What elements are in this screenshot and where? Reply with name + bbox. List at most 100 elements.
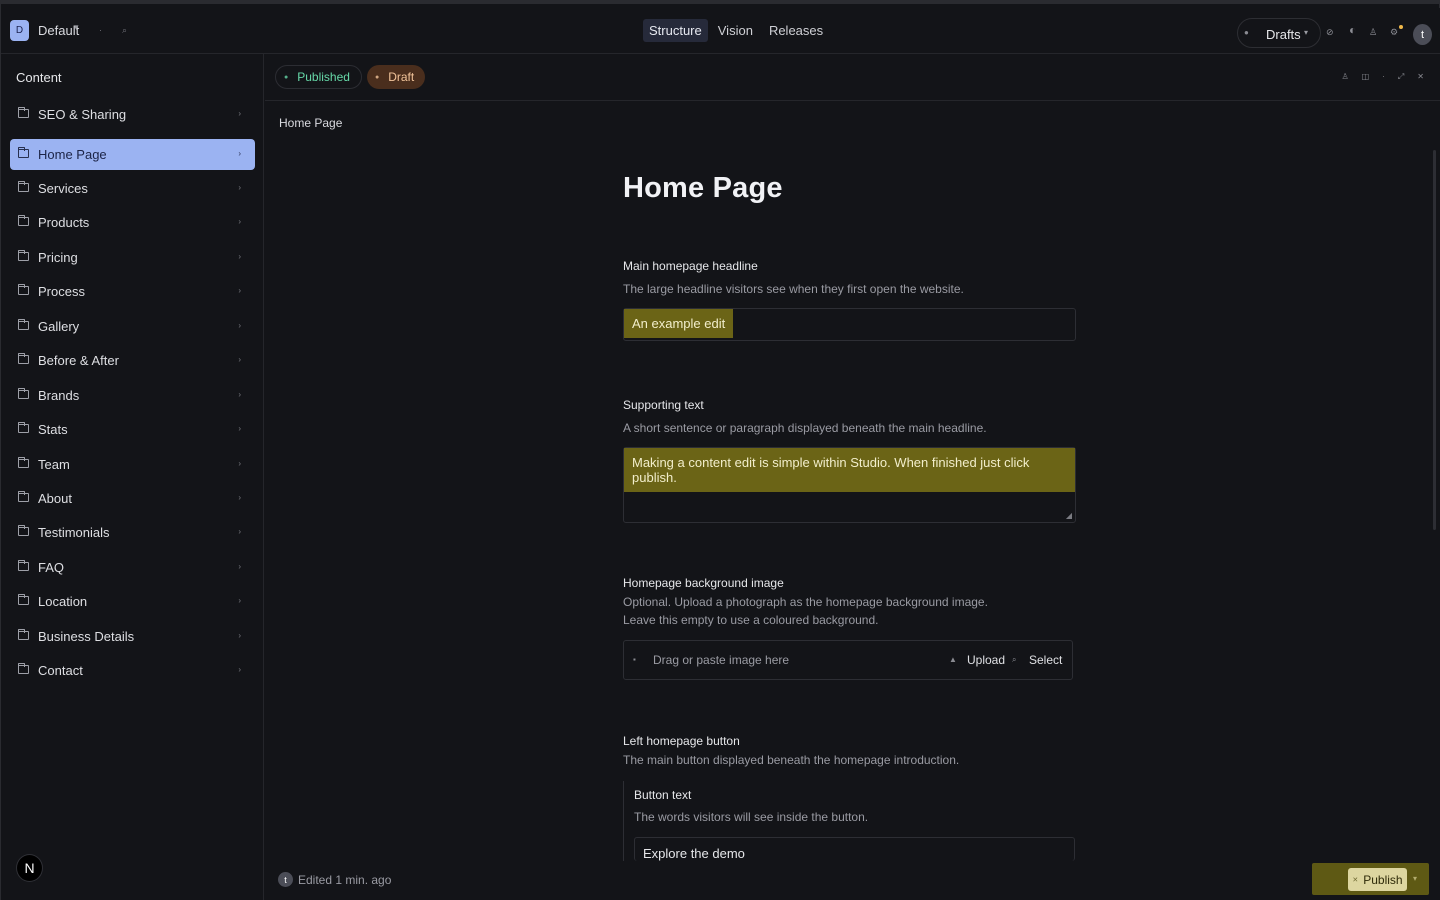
sidebar-item-label: Business Details	[38, 629, 135, 644]
sidebar-item-before-after[interactable]: Before & After ›	[10, 345, 255, 376]
sidebar-item-gallery[interactable]: Gallery ›	[10, 311, 255, 342]
expand-icon[interactable]: ⤢	[1398, 72, 1404, 82]
supporting-textarea[interactable]: Making a content edit is simple within S…	[623, 447, 1076, 523]
more-icon[interactable]: ·	[1382, 72, 1385, 82]
bell-icon[interactable]: ♙	[1369, 27, 1377, 38]
sidebar-item-pricing[interactable]: Pricing ›	[10, 242, 255, 273]
sidebar-item-label: Contact	[38, 663, 83, 678]
chevron-right-icon: ›	[238, 390, 241, 399]
tool-tabs: Structure Vision Releases	[643, 19, 829, 42]
edit-status: t Edited 1 min. ago	[278, 872, 391, 887]
sidebar-item-label: Brands	[38, 388, 80, 403]
sidebar-item-label: About	[38, 491, 72, 506]
workspace-badge[interactable]: D	[10, 20, 29, 41]
chevron-right-icon: ›	[238, 149, 241, 158]
background-label: Homepage background image	[623, 576, 784, 590]
document-pane: ● Published ● Draft ♙ ◫ · ⤢ ✕ Home Page …	[265, 54, 1440, 900]
folder-icon	[18, 388, 29, 399]
sidebar-item-process[interactable]: Process ›	[10, 276, 255, 307]
draft-tab[interactable]: ● Draft	[366, 65, 426, 89]
folder-icon	[18, 181, 29, 192]
chevron-down-icon[interactable]: ▾	[1413, 874, 1417, 883]
chevron-right-icon: ›	[238, 217, 241, 226]
sidebar-item-stats[interactable]: Stats ›	[10, 414, 255, 445]
close-icon[interactable]: ✕	[1417, 72, 1424, 82]
button-text-value: Explore the demo	[643, 846, 745, 861]
settings-icon[interactable]: ⚙	[1390, 27, 1398, 38]
headline-input[interactable]: An example edit	[623, 308, 1076, 341]
structure-sidebar: Content SEO & Sharing › Home Page › Serv…	[2, 54, 264, 900]
chevron-right-icon: ›	[238, 596, 241, 605]
button-text-input[interactable]: Explore the demo	[634, 837, 1075, 861]
folder-icon	[18, 629, 29, 640]
folder-icon	[18, 663, 29, 674]
add-icon[interactable]: ·	[99, 25, 102, 35]
tab-vision[interactable]: Vision	[712, 19, 759, 42]
pane-actions: ♙ ◫ · ⤢ ✕	[1341, 72, 1424, 82]
top-bar: D Default ▾ · ⌕ Structure Vision Release…	[1, 8, 1440, 54]
sidebar-item-services[interactable]: Services ›	[10, 173, 255, 204]
chevron-right-icon: ›	[238, 459, 241, 468]
sidebar-item-label: Testimonials	[38, 525, 110, 540]
sidebar-item-location[interactable]: Location ›	[10, 586, 255, 617]
chevron-right-icon: ›	[238, 355, 241, 364]
folder-icon	[18, 353, 29, 364]
perspective-select[interactable]: ● Drafts ▾	[1237, 18, 1321, 48]
sidebar-item-products[interactable]: Products ›	[10, 207, 255, 238]
upload-button[interactable]: Upload	[967, 653, 1005, 667]
folder-icon	[18, 284, 29, 295]
chevron-right-icon: ›	[238, 252, 241, 261]
tab-releases[interactable]: Releases	[763, 19, 829, 42]
folder-icon	[18, 525, 29, 536]
sidebar-item-faq[interactable]: FAQ ›	[10, 552, 255, 583]
app-logo-badge[interactable]: N	[16, 854, 43, 882]
user-avatar[interactable]: t	[1413, 24, 1432, 45]
sidebar-title: Content	[16, 70, 62, 85]
perspective-dot-icon: ●	[1244, 28, 1249, 37]
folder-icon	[18, 319, 29, 330]
publish-icon: ✕	[1352, 876, 1359, 884]
split-icon[interactable]: ◫	[1362, 72, 1370, 82]
sidebar-item-seo-sharing[interactable]: SEO & Sharing ›	[10, 99, 255, 130]
document-title: Home Page	[623, 172, 783, 204]
sidebar-item-label: SEO & Sharing	[38, 107, 127, 122]
upload-icon: ▲	[949, 655, 957, 664]
sidebar-item-about[interactable]: About ›	[10, 483, 255, 514]
sidebar-item-business-details[interactable]: Business Details ›	[10, 621, 255, 652]
search-icon[interactable]: ⌕	[122, 25, 127, 36]
help-icon[interactable]: ⊘	[1326, 27, 1334, 38]
folder-icon	[18, 422, 29, 433]
folder-icon	[18, 491, 29, 502]
chevron-right-icon: ›	[238, 109, 241, 118]
image-dropzone[interactable]: ▪ Drag or paste image here ▲ Upload ⌕ Se…	[623, 640, 1073, 680]
lock-icon[interactable]: ♙	[1341, 72, 1348, 82]
image-icon: ▪	[633, 655, 636, 664]
sidebar-item-brands[interactable]: Brands ›	[10, 380, 255, 411]
chevron-right-icon: ›	[238, 665, 241, 674]
published-dot-icon: ●	[284, 73, 289, 81]
sidebar-item-label: Stats	[38, 422, 68, 437]
resize-handle-icon[interactable]: ◢	[1066, 511, 1072, 520]
sidebar-item-home-page[interactable]: Home Page ›	[10, 139, 255, 170]
chevron-right-icon: ›	[238, 424, 241, 433]
folder-icon	[18, 457, 29, 468]
publish-button[interactable]: ✕ Publish	[1348, 868, 1407, 891]
scrollbar[interactable]	[1433, 150, 1436, 530]
tab-structure[interactable]: Structure	[643, 19, 708, 42]
chevron-down-icon[interactable]: ▾	[74, 22, 79, 33]
sidebar-item-testimonials[interactable]: Testimonials ›	[10, 517, 255, 548]
published-tab[interactable]: ● Published	[275, 65, 362, 89]
chevron-right-icon: ›	[238, 321, 241, 330]
sidebar-item-label: Products	[38, 215, 90, 230]
headline-label: Main homepage headline	[623, 259, 758, 273]
dropzone-placeholder: Drag or paste image here	[653, 653, 790, 667]
select-button[interactable]: Select	[1029, 653, 1062, 667]
sidebar-item-team[interactable]: Team ›	[10, 449, 255, 480]
folder-icon	[18, 107, 29, 118]
publish-label: Publish	[1363, 872, 1403, 887]
chevron-right-icon: ›	[238, 527, 241, 536]
sidebar-item-contact[interactable]: Contact ›	[10, 655, 255, 686]
left-button-description: The main button displayed beneath the ho…	[623, 753, 960, 767]
sidebar-item-label: Pricing	[38, 250, 78, 265]
theme-icon[interactable]: ◐	[1349, 23, 1356, 37]
